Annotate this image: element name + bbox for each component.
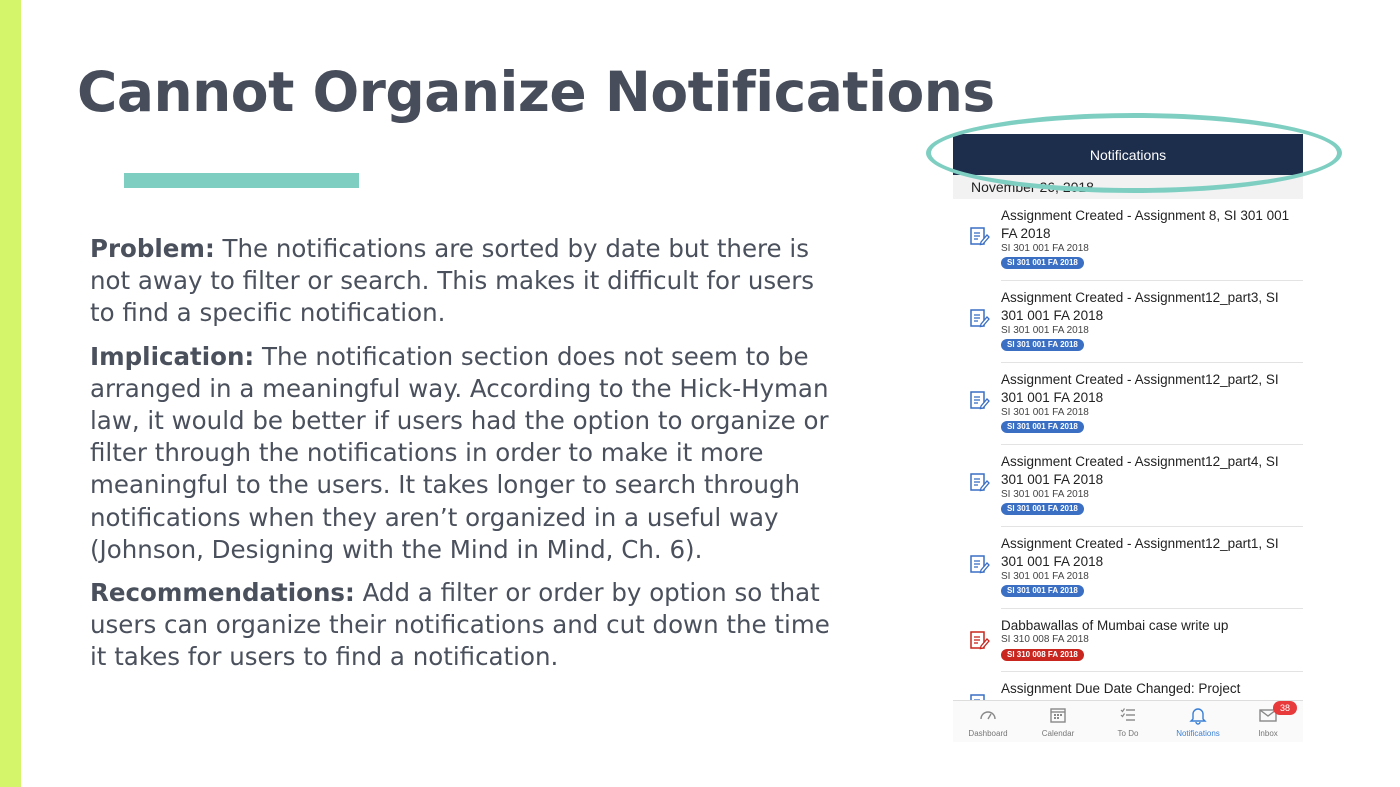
tab-label: Dashboard [968, 729, 1008, 738]
course-badge: SI 301 001 FA 2018 [1001, 503, 1084, 515]
notification-list: Assignment Created - Assignment 8, SI 30… [953, 199, 1303, 735]
notification-title: Assignment Created - Assignment12_part3,… [1001, 290, 1279, 323]
notification-item[interactable]: Assignment Created - Assignment12_part2,… [970, 363, 1303, 445]
notification-course: SI 301 001 FA 2018 [1001, 243, 1089, 254]
inbox-unread-badge: 38 [1273, 701, 1297, 715]
tab-todo[interactable]: To Do [1093, 701, 1163, 742]
tab-inbox[interactable]: Inbox 38 [1233, 701, 1303, 742]
course-badge: SI 310 008 FA 2018 [1001, 649, 1084, 661]
tab-notifications[interactable]: Notifications [1163, 701, 1233, 742]
problem-label: Problem: [90, 234, 215, 263]
notification-item[interactable]: Assignment Created - Assignment 8, SI 30… [970, 199, 1303, 281]
tab-dashboard[interactable]: Dashboard [953, 701, 1023, 742]
assignment-icon [970, 227, 990, 246]
notification-course: SI 301 001 FA 2018 [1001, 325, 1089, 336]
notification-title: Assignment Created - Assignment12_part4,… [1001, 454, 1279, 487]
notification-course: SI 301 001 FA 2018 [1001, 571, 1089, 582]
assignment-icon [970, 309, 990, 328]
tab-bar: Dashboard Calendar To Do Notifications I… [953, 700, 1303, 742]
notification-title: Assignment Created - Assignment 8, SI 30… [1001, 208, 1290, 241]
assignment-icon [970, 473, 990, 492]
assignment-icon [970, 391, 990, 410]
left-accent-bar [0, 0, 21, 787]
implication-label: Implication: [90, 341, 255, 371]
notification-title: Assignment Created - Assignment12_part2,… [1001, 372, 1279, 405]
notification-title: Assignment Due Date Changed: Project [1001, 681, 1241, 696]
notification-course: SI 301 001 FA 2018 [1001, 489, 1089, 500]
notification-item[interactable]: Assignment Created - Assignment12_part1,… [970, 527, 1303, 609]
implication-paragraph: Implication: The notification section do… [90, 341, 840, 566]
recommendations-paragraph: Recommendations: Add a filter or order b… [90, 577, 840, 674]
header-highlight-ellipse [926, 113, 1342, 193]
assignment-icon [970, 555, 990, 574]
recommendations-label: Recommendations: [90, 578, 355, 608]
notifications-screenshot: Notifications November 26, 2018 Assignme… [953, 134, 1303, 742]
assignment-icon [970, 631, 990, 650]
course-badge: SI 301 001 FA 2018 [1001, 585, 1084, 597]
notification-course: SI 301 001 FA 2018 [1001, 407, 1089, 418]
course-badge: SI 301 001 FA 2018 [1001, 339, 1084, 351]
course-badge: SI 301 001 FA 2018 [1001, 257, 1084, 269]
notification-item[interactable]: Assignment Created - Assignment12_part4,… [970, 445, 1303, 527]
slide-body: Problem: The notifications are sorted by… [90, 233, 840, 685]
bell-icon [1189, 708, 1207, 725]
notification-course: SI 310 008 FA 2018 [1001, 634, 1089, 645]
slide-title: Cannot Organize Notifications [77, 60, 995, 124]
tab-calendar[interactable]: Calendar [1023, 701, 1093, 742]
notification-title: Assignment Created - Assignment12_part1,… [1001, 536, 1279, 569]
tab-label: To Do [1117, 729, 1139, 738]
tab-label: Inbox [1258, 729, 1278, 738]
notification-item[interactable]: Dabbawallas of Mumbai case write up SI 31… [970, 609, 1303, 672]
calendar-icon [1050, 708, 1066, 723]
tab-label: Calendar [1041, 729, 1075, 738]
course-badge: SI 301 001 FA 2018 [1001, 421, 1084, 433]
problem-paragraph: Problem: The notifications are sorted by… [90, 233, 840, 330]
implication-text: The notification section does not seem t… [90, 341, 829, 564]
title-underline [124, 173, 359, 188]
tab-label: Notifications [1176, 729, 1220, 738]
notification-item[interactable]: Assignment Created - Assignment12_part3,… [970, 281, 1303, 363]
notification-title: Dabbawallas of Mumbai case write up [1001, 618, 1229, 633]
dashboard-icon [980, 711, 996, 720]
todo-icon [1120, 708, 1135, 721]
